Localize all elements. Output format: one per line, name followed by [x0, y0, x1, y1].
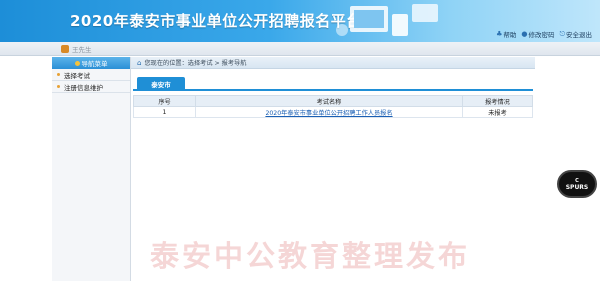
app-window: 2020年泰安市事业单位公开招聘报名平台 ♣ 帮助 ● 修改密码 ⎋ 安全退出 [0, 0, 600, 281]
badge-text: SPURS [565, 183, 589, 191]
change-password-link[interactable]: ● 修改密码 [521, 29, 554, 39]
sidebar-title: 导航菜单 [81, 60, 108, 68]
logout-link[interactable]: ⎋ 安全退出 [559, 29, 592, 40]
right-gutter [535, 57, 600, 281]
sidebar-item-label: 选择考试 [64, 71, 90, 80]
exam-table: 序号 考试名称 报考情况 1 2020年泰安市事业单位公开招聘工作人员报名 未报… [133, 95, 533, 118]
header-links: ♣ 帮助 ● 修改密码 ⎋ 安全退出 [496, 29, 592, 40]
breadcrumb-text: 您现在的位置：选择考试 > 报考导航 [144, 60, 247, 67]
row-status: 未报考 [462, 106, 533, 118]
sidebar-item-select-exam[interactable]: 选择考试 [52, 69, 130, 81]
tab-taian[interactable]: 泰安市 [137, 77, 185, 91]
help-icon: ♣ [496, 30, 503, 38]
password-icon: ● [521, 30, 528, 38]
user-bar: 王先生 [0, 42, 600, 56]
help-label: 帮助 [503, 31, 517, 39]
user-icon [61, 45, 69, 53]
sidebar-item-label: 注册信息维护 [64, 83, 103, 92]
exam-name-link[interactable]: 2020年泰安市事业单位公开招聘工作人员报名 [265, 110, 392, 117]
column-header-name: 考试名称 [195, 95, 463, 107]
exam-name-cell: 2020年泰安市事业单位公开招聘工作人员报名 [195, 106, 463, 118]
table-header-row: 序号 考试名称 报考情况 [133, 95, 533, 107]
logout-label: 安全退出 [566, 31, 592, 39]
bullet-icon [57, 73, 60, 76]
logout-icon: ⎋ [559, 29, 565, 38]
watermark: 泰安中公教育整理发布 [150, 239, 471, 273]
change-password-label: 修改密码 [528, 31, 555, 39]
sidebar-item-registration-info[interactable]: 注册信息维护 [52, 81, 130, 93]
sidebar: 导航菜单 选择考试 注册信息维护 [52, 57, 131, 281]
home-icon: ⌂ [137, 58, 142, 67]
spurs-badge[interactable]: C SPURS [557, 170, 597, 198]
breadcrumb: ⌂ 您现在的位置：选择考试 > 报考导航 [131, 57, 535, 69]
sidebar-header: 导航菜单 [52, 57, 130, 69]
tab-bar: 泰安市 [133, 69, 533, 91]
row-index: 1 [133, 106, 196, 118]
bullet-icon [57, 85, 60, 88]
column-header-index: 序号 [133, 95, 196, 107]
help-link[interactable]: ♣ 帮助 [496, 29, 516, 39]
site-title: 2020年泰安市事业单位公开招聘报名平台 [70, 12, 362, 30]
table-row: 1 2020年泰安市事业单位公开招聘工作人员报名 未报考 [133, 106, 533, 118]
menu-icon [74, 60, 80, 66]
banner-decoration [336, 4, 438, 36]
user-name: 王先生 [72, 46, 92, 54]
header-banner: 2020年泰安市事业单位公开招聘报名平台 ♣ 帮助 ● 修改密码 ⎋ 安全退出 [0, 0, 600, 42]
column-header-status: 报考情况 [462, 95, 533, 107]
